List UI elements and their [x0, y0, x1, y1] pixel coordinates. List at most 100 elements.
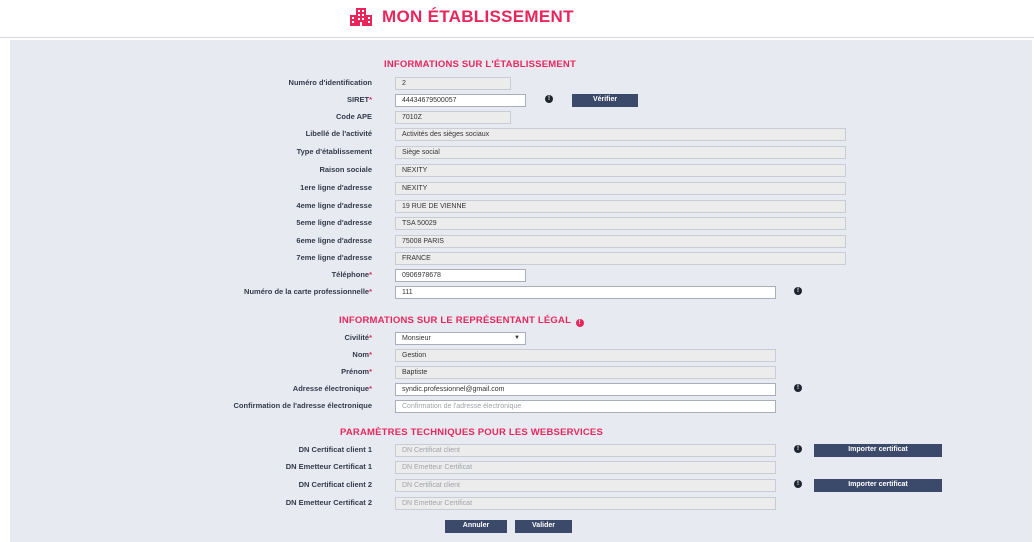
- label-nom-text: Nom: [352, 350, 370, 359]
- adr4-field: 19 RUE DE VIENNE: [395, 200, 846, 213]
- label-dn1: DN Certificat client 1: [298, 445, 372, 454]
- row-tel: Téléphone* 0906978678: [10, 269, 1032, 283]
- row-em2: DN Emetteur Certificat 2 DN Emetteur Cer…: [10, 497, 1032, 511]
- row-email: Adresse électronique* syndic.professionn…: [10, 383, 1032, 397]
- form-panel: INFORMATIONS SUR L'ÉTABLISSEMENT Numéro …: [10, 40, 1032, 542]
- adr6-field: 75008 PARIS: [395, 235, 846, 248]
- info-icon[interactable]: !: [575, 319, 584, 327]
- building-icon: [350, 8, 372, 26]
- row-siret: SIRET* 44434679500057 ! Vérifier: [10, 94, 1032, 108]
- required-mark: *: [369, 367, 372, 376]
- row-confirm: Confirmation de l'adresse électronique C…: [10, 400, 1032, 414]
- info-icon[interactable]: !: [545, 95, 553, 103]
- row-ape: Code APE 7010Z: [10, 111, 1032, 125]
- dn-emetteur-2-input[interactable]: DN Emetteur Certificat: [395, 497, 776, 510]
- section-title-representant: INFORMATIONS SUR LE REPRÉSENTANT LÉGAL !: [339, 315, 584, 327]
- dn-certificat-client-1-input[interactable]: DN Certificat client: [395, 444, 776, 457]
- confirm-email-input[interactable]: Confirmation de l'adresse électronique: [395, 400, 776, 413]
- label-em2: DN Emetteur Certificat 2: [285, 498, 372, 507]
- verifier-button[interactable]: Vérifier: [572, 94, 638, 107]
- raison-field: NEXITY: [395, 164, 846, 177]
- label-raison: Raison sociale: [319, 165, 372, 174]
- row-adr4: 4eme ligne d'adresse 19 RUE DE VIENNE: [10, 200, 1032, 214]
- nom-field: Gestion: [395, 349, 776, 362]
- info-icon[interactable]: !: [794, 287, 802, 295]
- row-adr6: 6eme ligne d'adresse 75008 PARIS: [10, 235, 1032, 249]
- info-icon[interactable]: !: [794, 384, 802, 392]
- label-tel: Téléphone*: [332, 270, 372, 279]
- label-carte-text: Numéro de la carte professionnelle: [244, 287, 370, 296]
- label-confirm: Confirmation de l'adresse électronique: [233, 401, 372, 410]
- label-numero: Numéro d'identification: [288, 78, 372, 87]
- section-title-representant-text: INFORMATIONS SUR LE REPRÉSENTANT LÉGAL: [339, 315, 571, 326]
- type-field: Siège social: [395, 146, 846, 159]
- row-adr5: 5eme ligne d'adresse TSA 50029: [10, 217, 1032, 231]
- required-mark: *: [369, 384, 372, 393]
- row-numero: Numéro d'identification 2: [10, 77, 1032, 91]
- label-adr5: 5eme ligne d'adresse: [296, 218, 372, 227]
- label-carte: Numéro de la carte professionnelle*: [244, 287, 372, 296]
- row-dn1: DN Certificat client 1 DN Certificat cli…: [10, 444, 1032, 458]
- page-title: MON ÉTABLISSEMENT: [382, 7, 574, 26]
- info-icon[interactable]: !: [794, 480, 802, 488]
- info-icon[interactable]: !: [794, 445, 802, 453]
- label-prenom-text: Prénom: [341, 367, 370, 376]
- required-mark: *: [369, 350, 372, 359]
- label-civilite: Civilité*: [344, 333, 372, 342]
- row-em1: DN Emetteur Certificat 1 DN Emetteur Cer…: [10, 461, 1032, 475]
- row-carte: Numéro de la carte professionnelle* 111 …: [10, 286, 1032, 300]
- numero-field: 2: [395, 77, 511, 90]
- label-adr4: 4eme ligne d'adresse: [296, 201, 372, 210]
- label-dn2: DN Certificat client 2: [298, 480, 372, 489]
- civilite-select[interactable]: Monsieur ▼: [395, 332, 526, 345]
- label-nom: Nom*: [352, 350, 372, 359]
- label-type: Type d'établissement: [296, 147, 372, 156]
- label-siret-text: SIRET: [346, 95, 370, 104]
- adr5-field: TSA 50029: [395, 217, 846, 230]
- label-em1: DN Emetteur Certificat 1: [285, 462, 372, 471]
- civilite-select-value: Monsieur: [402, 335, 431, 342]
- required-mark: *: [369, 287, 372, 296]
- row-adr7: 7eme ligne d'adresse FRANCE: [10, 252, 1032, 266]
- label-prenom: Prénom*: [341, 367, 372, 376]
- section-title-parametres: PARAMÈTRES TECHNIQUES POUR LES WEBSERVIC…: [340, 427, 603, 438]
- section-title-etablissement: INFORMATIONS SUR L'ÉTABLISSEMENT: [384, 59, 576, 70]
- page-title-wrap: MON ÉTABLISSEMENT: [350, 7, 574, 27]
- chevron-down-icon: ▼: [514, 335, 520, 341]
- importer-certificat-1-button[interactable]: Importer certificat: [814, 444, 942, 457]
- label-ape: Code APE: [336, 112, 372, 121]
- dn-emetteur-1-input[interactable]: DN Emetteur Certificat: [395, 461, 776, 474]
- adr1-field: NEXITY: [395, 182, 846, 195]
- importer-certificat-2-button[interactable]: Importer certificat: [814, 479, 942, 492]
- label-civilite-text: Civilité: [344, 333, 370, 342]
- annuler-button[interactable]: Annuler: [445, 520, 507, 533]
- label-siret: SIRET*: [347, 95, 372, 104]
- required-mark: *: [369, 95, 372, 104]
- required-mark: *: [369, 333, 372, 342]
- dn-certificat-client-2-input[interactable]: DN Certificat client: [395, 479, 776, 492]
- required-mark: *: [369, 270, 372, 279]
- siret-input[interactable]: 44434679500057: [395, 94, 526, 107]
- label-tel-text: Téléphone: [331, 270, 370, 279]
- label-adr1: 1ere ligne d'adresse: [300, 183, 372, 192]
- row-libelle: Libellé de l'activité Activités des sièg…: [10, 128, 1032, 142]
- row-type: Type d'établissement Siège social: [10, 146, 1032, 160]
- label-libelle: Libellé de l'activité: [305, 129, 372, 138]
- page-header: MON ÉTABLISSEMENT: [0, 0, 1034, 38]
- row-nom: Nom* Gestion: [10, 349, 1032, 363]
- adr7-field: FRANCE: [395, 252, 846, 265]
- row-adr1: 1ere ligne d'adresse NEXITY: [10, 182, 1032, 196]
- email-input[interactable]: syndic.professionnel@gmail.com: [395, 383, 776, 396]
- telephone-input[interactable]: 0906978678: [395, 269, 526, 282]
- row-prenom: Prénom* Baptiste: [10, 366, 1032, 380]
- row-raison: Raison sociale NEXITY: [10, 164, 1032, 178]
- carte-input[interactable]: 111: [395, 286, 776, 299]
- row-civilite: Civilité* Monsieur ▼: [10, 332, 1032, 346]
- prenom-field: Baptiste: [395, 366, 776, 379]
- label-email-text: Adresse électronique: [292, 384, 370, 393]
- libelle-field: Activités des sièges sociaux: [395, 128, 846, 141]
- label-adr7: 7eme ligne d'adresse: [296, 253, 372, 262]
- label-adr6: 6eme ligne d'adresse: [296, 236, 372, 245]
- ape-field: 7010Z: [395, 111, 511, 124]
- valider-button[interactable]: Valider: [515, 520, 572, 533]
